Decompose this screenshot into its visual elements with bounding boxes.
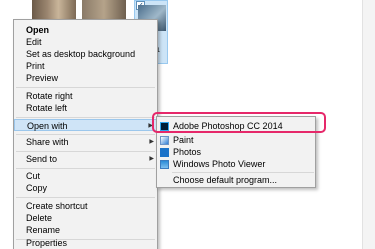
menu-item-open-with[interactable]: Open with ▶ bbox=[14, 119, 157, 131]
menu-separator bbox=[16, 87, 155, 88]
submenu-item-photos[interactable]: Photos bbox=[157, 146, 315, 158]
menu-item-label: Print bbox=[26, 61, 45, 71]
menu-item-create-shortcut[interactable]: Create shortcut bbox=[14, 200, 157, 212]
photos-icon bbox=[160, 148, 169, 157]
menu-item-rotate-left[interactable]: Rotate left bbox=[14, 102, 157, 114]
submenu-item-label: Photos bbox=[173, 147, 202, 157]
menu-separator bbox=[16, 151, 155, 152]
submenu-item-choose-default-program[interactable]: Choose default program... bbox=[157, 174, 315, 186]
menu-item-set-desktop-background[interactable]: Set as desktop background bbox=[14, 48, 157, 60]
menu-item-share-with[interactable]: Share with ▶ bbox=[14, 136, 157, 148]
submenu-item-windows-photo-viewer[interactable]: Windows Photo Viewer bbox=[157, 158, 315, 170]
menu-item-open[interactable]: Open bbox=[14, 24, 157, 36]
highlight-ring-annotation bbox=[152, 112, 326, 133]
menu-separator bbox=[172, 172, 314, 173]
menu-item-label: Copy bbox=[26, 183, 48, 193]
submenu-item-paint[interactable]: Paint bbox=[157, 134, 315, 146]
menu-separator bbox=[16, 117, 155, 118]
menu-item-label: Set as desktop background bbox=[26, 49, 136, 59]
menu-item-label: Rename bbox=[26, 225, 61, 235]
menu-item-edit[interactable]: Edit bbox=[14, 36, 157, 48]
menu-item-label: Delete bbox=[26, 213, 53, 223]
submenu-item-label: Windows Photo Viewer bbox=[173, 159, 266, 169]
vertical-scrollbar[interactable] bbox=[362, 0, 375, 249]
menu-item-label: Rotate right bbox=[26, 91, 73, 101]
menu-separator bbox=[16, 168, 155, 169]
menu-item-properties[interactable]: Properties bbox=[14, 237, 157, 249]
menu-item-label: Preview bbox=[26, 73, 59, 83]
menu-item-label: Share with bbox=[26, 137, 69, 147]
menu-item-label: Cut bbox=[26, 171, 41, 181]
menu-item-label: Edit bbox=[26, 37, 42, 47]
submenu-item-label: Paint bbox=[173, 135, 194, 145]
menu-item-rename[interactable]: Rename bbox=[14, 224, 157, 236]
menu-item-copy[interactable]: Copy bbox=[14, 182, 157, 194]
submenu-item-label: Choose default program... bbox=[173, 175, 278, 185]
menu-item-print[interactable]: Print bbox=[14, 60, 157, 72]
menu-item-label: Open with bbox=[27, 121, 68, 131]
menu-item-label: Create shortcut bbox=[26, 201, 88, 211]
submenu-arrow-icon: ▶ bbox=[149, 139, 154, 145]
menu-item-label: Rotate left bbox=[26, 103, 68, 113]
paint-icon bbox=[160, 136, 169, 145]
menu-item-label: Send to bbox=[26, 154, 58, 164]
submenu-arrow-icon: ▶ bbox=[149, 156, 154, 162]
menu-item-rotate-right[interactable]: Rotate right bbox=[14, 90, 157, 102]
menu-item-label: Properties bbox=[26, 238, 68, 248]
menu-item-cut[interactable]: Cut bbox=[14, 170, 157, 182]
menu-item-delete[interactable]: Delete bbox=[14, 212, 157, 224]
photo-viewer-icon bbox=[160, 160, 169, 169]
context-menu: Open Edit Set as desktop background Prin… bbox=[13, 19, 158, 249]
menu-item-preview[interactable]: Preview bbox=[14, 72, 157, 84]
menu-separator bbox=[16, 134, 155, 135]
menu-item-send-to[interactable]: Send to ▶ bbox=[14, 153, 157, 165]
menu-separator bbox=[16, 197, 155, 198]
menu-item-label: Open bbox=[26, 25, 50, 35]
